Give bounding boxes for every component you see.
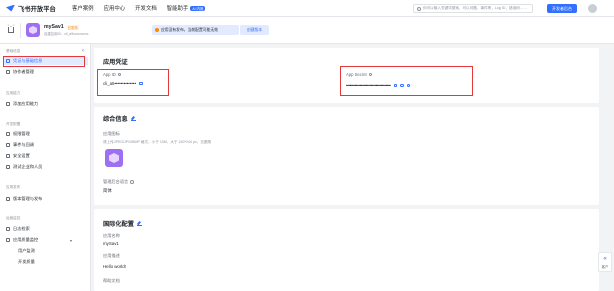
permissions-icon (6, 132, 10, 136)
app-icon-glyph (109, 153, 119, 163)
add-icon (6, 102, 10, 106)
chart-icon (6, 238, 10, 242)
sidebar-item-label: 协作者管理 (13, 69, 34, 74)
nav-item-assistant-label: 智能助手 (166, 6, 189, 12)
avatar[interactable] (588, 4, 597, 13)
intl-config-title-text: 国际化配置 (103, 221, 134, 228)
customer-service-label: 客户 (601, 264, 609, 269)
intl-config-card: 国际化配置 应用名称 mySav1 应用描述 Hello world! 帮助文档 (94, 209, 599, 291)
sidebar-item-quality[interactable]: 应用质量监控 ▾ (4, 236, 88, 244)
app-icon-label: 应用图标 (103, 131, 120, 136)
highlight-box (97, 69, 169, 96)
sidebar-group-capabilities: 应用能力 (6, 91, 21, 95)
sidebar-item-label: 用户监测 (18, 248, 35, 253)
collapse-sidebar-icon[interactable]: ‹ (82, 48, 84, 54)
sidebar-item-label: 添加应用能力 (13, 101, 39, 106)
sidebar-item-add-capability[interactable]: 添加应用能力 (4, 100, 88, 108)
chevron-down-icon: ▾ (69, 237, 72, 243)
search-input[interactable]: 你可以输入关键词搜索，可以问题、事件等，Log ID，错误码…… (413, 4, 533, 13)
sidebar-group-basic: 基础信息 (6, 49, 21, 53)
home-icon[interactable] (7, 24, 15, 33)
app-description-value: Hello world! (103, 264, 126, 269)
admin-language-label-text: 管理后台语言 (103, 179, 129, 184)
sidebar-item-label: 事件与回调 (13, 142, 34, 147)
sidebar-group-monitoring: 运营监控 (6, 216, 21, 220)
sidebar: ‹ 基础信息 凭证与基础信息 协作者管理 应用能力 添加应用能力 开发配置 权限… (0, 44, 91, 291)
sidebar-item-label: 安全设置 (13, 153, 30, 158)
app-name-value: mySav1 (103, 241, 119, 246)
app-icon-hint: 请上传JPEG/JPG/BMP 格式，小于 10M，大于 240*240 px，… (103, 140, 212, 144)
nav-item-assistant[interactable]: 智能助手 AI 内测 (167, 4, 206, 12)
intl-config-title: 国际化配置 (103, 219, 142, 228)
info-icon[interactable] (130, 180, 134, 184)
general-info-card: 综合信息 应用图标 请上传JPEG/JPG/BMP 格式，小于 10M，大于 2… (94, 107, 599, 205)
version-icon (6, 197, 10, 201)
logo[interactable]: 飞书开放平台 (6, 4, 56, 13)
general-info-title: 综合信息 (103, 114, 136, 123)
nav-item-app-center[interactable]: 应用中心 (104, 4, 126, 12)
search-placeholder: 你可以输入关键词搜索，可以问题、事件等，Log ID，错误码…… (423, 6, 528, 10)
credentials-title: 应用凭证 (103, 59, 128, 66)
admin-language-value: 简体 (103, 188, 112, 193)
search-icon (417, 6, 421, 11)
create-version-button[interactable]: 创建版本 (240, 25, 269, 35)
nav-item-docs[interactable]: 开发文档 (135, 4, 157, 12)
customer-service-tab[interactable]: « 客户 (598, 252, 612, 272)
sidebar-item-versions[interactable]: 版本管理与发布 (4, 195, 88, 203)
users-icon (6, 70, 10, 74)
app-name[interactable]: mySav1 已发布 (44, 24, 79, 30)
status-badge: 已发布 (66, 24, 79, 30)
app-name-label: 应用名称 (103, 233, 120, 238)
app-description-label: 应用描述 (103, 253, 120, 258)
sidebar-item-security[interactable]: 安全设置 (4, 152, 88, 160)
sidebar-item-test-users[interactable]: 测试企业和人员 (4, 163, 88, 171)
sidebar-item-label: 版本管理与发布 (13, 196, 43, 201)
sidebar-item-user-monitoring[interactable]: 用户监测 (4, 247, 88, 255)
sidebar-item-label: 应用质量监控 (13, 237, 39, 242)
sidebar-item-label: 日志检索 (13, 226, 30, 231)
developer-console-button[interactable]: 开发者后台 (547, 4, 577, 13)
top-navigation-bar: 飞书开放平台 客户案例 应用中心 开发文档 智能助手 AI 内测 你可以输入关键… (0, 0, 614, 17)
sidebar-item-label: 权限管理 (13, 131, 30, 136)
sidebar-item-label: 开发质量 (18, 259, 35, 264)
sidebar-item-events[interactable]: 事件与回调 (4, 141, 88, 149)
app-header: mySav1 已发布 自建应用ID：cli_a5xxxxxxxxx 应用没有发布… (0, 17, 614, 44)
main-nav: 客户案例 应用中心 开发文档 智能助手 AI 内测 (72, 4, 215, 12)
unpublished-notice: 应用没有发布，当前配置可能无效 (152, 25, 239, 35)
sidebar-group-dev-config: 开发配置 (6, 122, 21, 126)
divider (20, 23, 21, 38)
app-icon (26, 23, 40, 37)
logo-text: 飞书开放平台 (18, 5, 56, 13)
edit-icon[interactable] (130, 116, 136, 121)
nav-item-cases[interactable]: 客户案例 (72, 4, 94, 12)
sidebar-item-label: 测试企业和人员 (13, 164, 43, 169)
app-icon-glyph (29, 26, 37, 34)
help-docs-label: 帮助文档 (103, 278, 120, 283)
beta-badge: AI 内测 (190, 5, 206, 11)
log-icon (6, 227, 10, 231)
sidebar-group-publish: 应用发布 (6, 185, 21, 189)
highlight-box (3, 56, 85, 67)
events-icon (6, 143, 10, 147)
shield-icon (6, 154, 10, 158)
admin-language-label: 管理后台语言 (103, 179, 134, 185)
app-subtitle: 自建应用ID：cli_a5xxxxxxxxx (44, 32, 89, 36)
general-info-title-text: 综合信息 (103, 116, 128, 123)
sidebar-item-collaborators[interactable]: 协作者管理 (4, 68, 88, 76)
sidebar-item-logs[interactable]: 日志检索 (4, 225, 88, 233)
sidebar-item-dev-quality[interactable]: 开发质量 (4, 258, 88, 266)
warning-icon (155, 28, 159, 32)
app-icon-preview[interactable] (105, 149, 123, 167)
edit-icon[interactable] (136, 221, 142, 226)
notice-text: 应用没有发布，当前配置可能无效 (161, 27, 218, 32)
test-users-icon (6, 165, 10, 169)
logo-icon (6, 4, 15, 12)
app-name-text: mySav1 (44, 24, 64, 30)
sidebar-item-permissions[interactable]: 权限管理 (4, 130, 88, 138)
highlight-box (340, 66, 473, 96)
double-chevron-left-icon: « (603, 255, 607, 262)
